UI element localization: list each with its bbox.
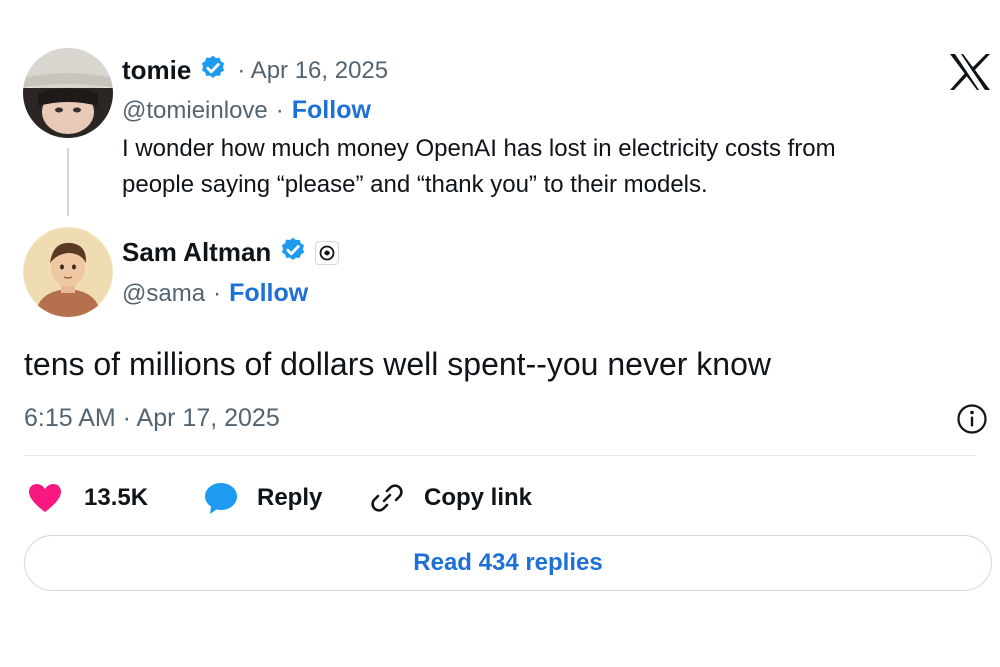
link-icon: [370, 481, 404, 515]
separator-dot: ·: [213, 279, 222, 307]
info-icon[interactable]: [956, 403, 988, 435]
main-tweet-text: tens of millions of dollars well spent--…: [24, 346, 771, 382]
read-replies-button[interactable]: Read 434 replies: [24, 535, 992, 591]
reply-label: Reply: [257, 484, 323, 511]
main-tweet-timestamp[interactable]: 6:15 AM · Apr 17, 2025: [24, 404, 280, 433]
read-replies-label: Read 434 replies: [413, 549, 603, 576]
like-button[interactable]: 13.5K: [28, 478, 148, 518]
sam-altman-avatar[interactable]: [23, 227, 113, 317]
heart-icon: [28, 483, 62, 513]
copy-link-button[interactable]: Copy link: [370, 478, 532, 518]
separator-dot: ·: [275, 96, 284, 124]
verified-badge-icon: [279, 236, 307, 269]
parent-tweet-text-line1: I wonder how much money OpenAI has lost …: [122, 135, 836, 162]
x-logo-icon[interactable]: [948, 52, 992, 92]
follow-tomie-button[interactable]: Follow: [292, 96, 371, 125]
main-handle[interactable]: @sama: [122, 280, 205, 308]
copy-link-label: Copy link: [424, 484, 533, 511]
parent-author-name[interactable]: tomie: [122, 55, 191, 86]
parent-handle[interactable]: @tomieinlove: [122, 97, 268, 125]
reply-bubble-icon: [203, 481, 239, 515]
like-count: 13.5K: [84, 484, 149, 511]
affiliate-badge-icon[interactable]: [315, 240, 340, 265]
verified-badge-icon: [199, 54, 227, 87]
follow-sama-button[interactable]: Follow: [229, 279, 308, 308]
divider: [24, 455, 976, 456]
tomie-avatar[interactable]: [23, 48, 113, 138]
parent-tweet-text-line2: people saying “please” and “thank you” t…: [122, 171, 708, 198]
reply-button[interactable]: Reply: [203, 478, 322, 518]
thread-connector-line: [67, 148, 69, 216]
parent-tweet-date[interactable]: · Apr 16, 2025: [237, 57, 388, 85]
main-author-name[interactable]: Sam Altman: [122, 237, 271, 268]
